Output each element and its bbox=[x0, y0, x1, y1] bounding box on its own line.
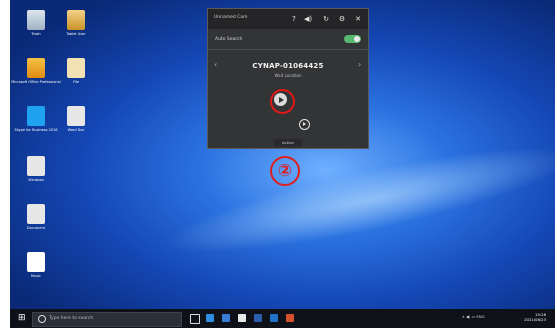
audio-icon bbox=[27, 252, 45, 272]
player-title-bar: Unnamed Cam ? ◀) ↻ ⚙ ✕ bbox=[208, 9, 368, 29]
clock-date: 2021/08/23 bbox=[524, 317, 546, 322]
outlook-icon[interactable] bbox=[270, 314, 278, 322]
user-folder-icon bbox=[67, 10, 85, 30]
refresh-icon[interactable]: ↻ bbox=[322, 14, 330, 24]
gear-icon[interactable]: ⚙ bbox=[338, 14, 346, 24]
desktop-icon-file[interactable]: File bbox=[50, 58, 102, 85]
mail-icon[interactable] bbox=[238, 314, 246, 322]
action-button[interactable]: Action bbox=[274, 139, 302, 147]
skype-icon bbox=[27, 106, 45, 126]
auto-search-toggle[interactable] bbox=[344, 35, 361, 43]
divider bbox=[208, 49, 368, 50]
desktop-icon-tablet-user[interactable]: Tablet User bbox=[50, 10, 102, 37]
player-app-title: Unnamed Cam bbox=[214, 15, 248, 20]
desktop-icon-label: Windows bbox=[28, 178, 44, 182]
powerpoint-icon[interactable] bbox=[286, 314, 294, 322]
document-icon bbox=[27, 204, 45, 224]
desktop-icon-label: File bbox=[73, 80, 79, 84]
desktop-icon-music[interactable]: Music bbox=[10, 252, 62, 279]
start-icon[interactable]: ⊞ bbox=[18, 313, 26, 323]
desktop-icon-label: Document bbox=[26, 226, 46, 230]
office-icon bbox=[27, 58, 45, 78]
taskbar: ⊞ Type here to search ∧ ◀) ▭ ENG 15:26 2… bbox=[10, 309, 555, 328]
document-icon bbox=[67, 106, 85, 126]
step-callout: ② bbox=[270, 156, 300, 186]
auto-search-label: Auto Search bbox=[215, 37, 243, 42]
folder-icon bbox=[67, 58, 85, 78]
small-play-button[interactable] bbox=[299, 119, 310, 130]
play-icon bbox=[303, 122, 307, 127]
search-box[interactable]: Type here to search bbox=[32, 312, 182, 327]
edge-icon[interactable] bbox=[206, 314, 214, 322]
play-button[interactable] bbox=[274, 93, 287, 106]
play-icon bbox=[279, 96, 284, 103]
desktop-icon-label: Music bbox=[31, 274, 41, 278]
windows-file-icon bbox=[27, 156, 45, 176]
task-view-icon[interactable] bbox=[190, 314, 200, 324]
action-label: Action bbox=[282, 140, 294, 145]
desktop-icon-document[interactable]: Document bbox=[10, 204, 62, 231]
help-icon[interactable]: ? bbox=[290, 14, 298, 24]
status-text: Wait Location bbox=[274, 73, 302, 78]
clock[interactable]: 15:26 2021/08/23 bbox=[510, 312, 546, 322]
desktop-icon-windows[interactable]: Windows bbox=[10, 156, 62, 183]
store-icon[interactable] bbox=[222, 314, 230, 322]
desktop-icon-label: Tablet User bbox=[66, 32, 86, 36]
recycle-bin-icon bbox=[27, 10, 45, 30]
desktop-icon-word-doc[interactable]: Word Doc bbox=[50, 106, 102, 133]
volume-icon[interactable]: ◀) bbox=[304, 14, 312, 24]
auto-search-row: Auto Search bbox=[208, 31, 368, 48]
desktop-icon-label: Word Doc bbox=[67, 128, 85, 132]
player-window: Unnamed Cam ? ◀) ↻ ⚙ ✕ Auto Search ‹ › C… bbox=[207, 8, 369, 149]
close-icon[interactable]: ✕ bbox=[354, 14, 362, 24]
device-serial: CYNAP-01064425 bbox=[252, 62, 324, 70]
search-placeholder: Type here to search bbox=[49, 316, 94, 321]
search-icon bbox=[38, 315, 46, 323]
toggle-knob bbox=[354, 36, 360, 42]
word-icon[interactable] bbox=[254, 314, 262, 322]
system-tray[interactable]: ∧ ◀) ▭ ENG bbox=[462, 314, 485, 319]
